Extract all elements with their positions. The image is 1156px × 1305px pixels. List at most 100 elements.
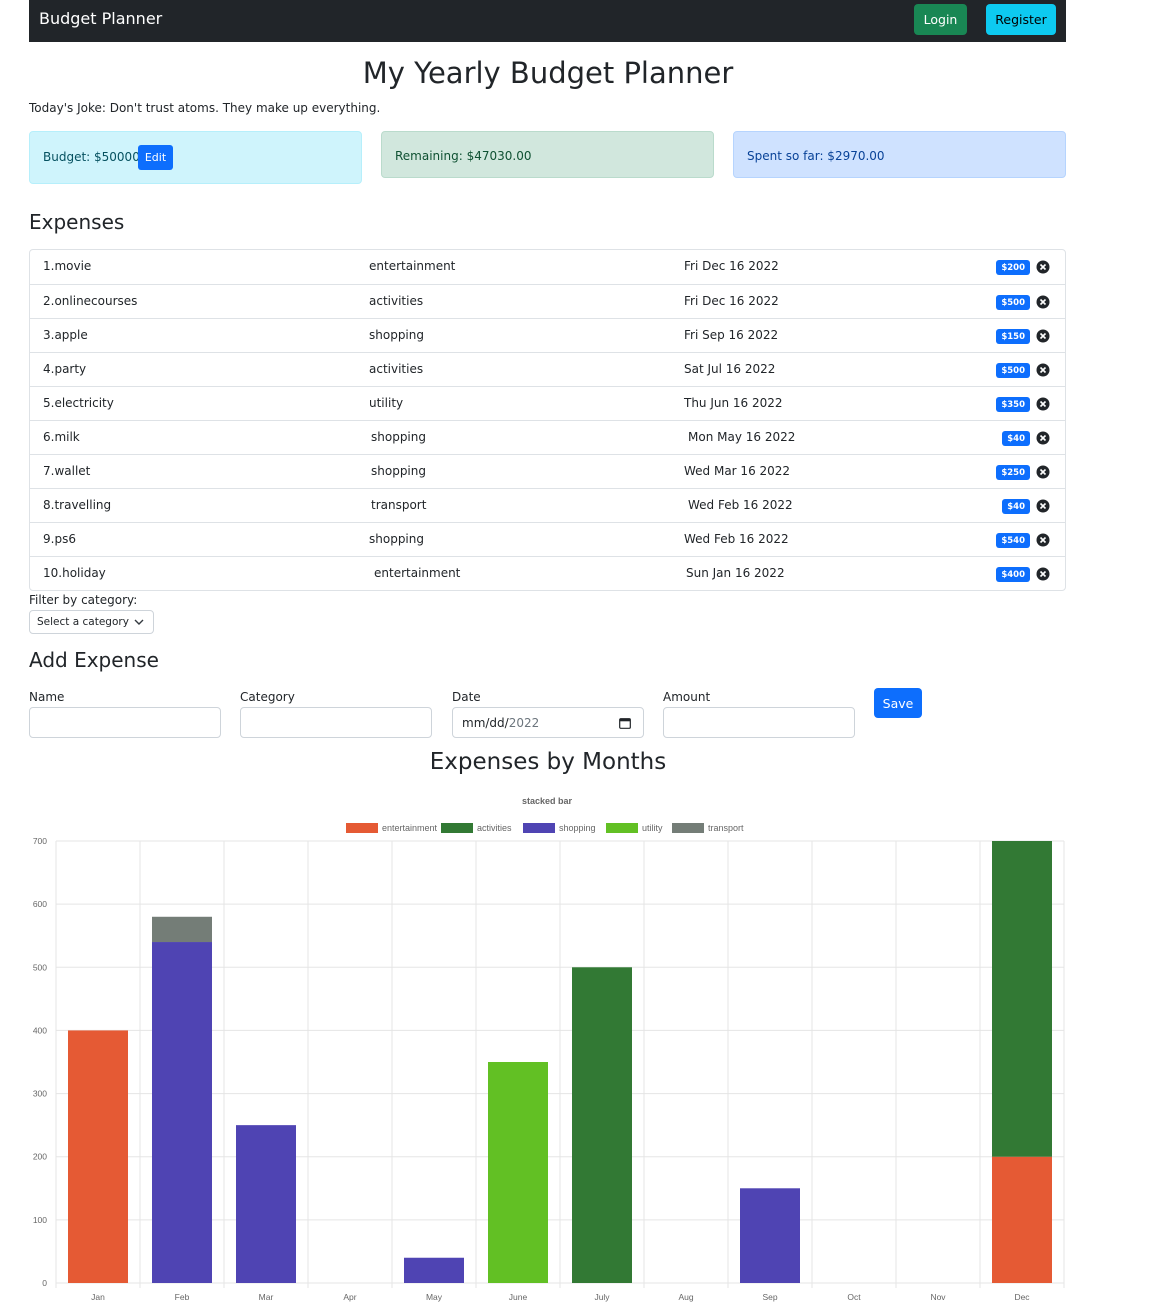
spent-text: Spent so far: $2970.00 [747,149,885,163]
login-button[interactable]: Login [914,4,967,35]
expense-row: 1.movie entertainment Fri Dec 16 2022 $200 [30,250,1065,284]
edit-budget-button[interactable]: Edit [138,145,173,170]
legend-swatch [606,823,638,833]
y-tick-label: 400 [33,1025,47,1035]
page-title: My Yearly Budget Planner [362,56,734,90]
expense-row: 9.ps6 shopping Wed Feb 16 2022 $540 [30,522,1065,556]
budget-text: Budget: $50000 [43,150,140,164]
expense-date: Wed Feb 16 2022 [684,532,789,546]
x-tick-label: Oct [847,1292,861,1302]
delete-icon[interactable] [1036,567,1050,581]
expense-row: 5.electricity utility Thu Jun 16 2022 $350 [30,386,1065,420]
remaining-text: Remaining: $47030.00 [395,149,532,163]
delete-icon[interactable] [1036,329,1050,343]
joke-text: Today's Joke: Don't trust atoms. They ma… [29,101,381,115]
legend-label: transport [708,823,744,833]
expense-amount-badge: $500 [996,295,1030,310]
expense-row: 8.travelling transport Wed Feb 16 2022 $40 [30,488,1065,522]
expense-category: activities [369,362,424,376]
expense-name: 1.movie [43,259,92,273]
chart-title: stacked bar [522,796,573,806]
delete-icon[interactable] [1036,499,1050,513]
legend-label: shopping [559,823,596,833]
date-value-year: 2022 [508,715,540,730]
expense-category: shopping [369,328,424,342]
expense-name: 5.electricity [43,396,114,410]
x-tick-label: Sep [762,1292,777,1302]
delete-icon[interactable] [1036,533,1050,547]
expense-name: 10.holiday [43,566,106,580]
expense-category: entertainment [369,259,456,273]
amount-input[interactable] [663,707,855,738]
register-button[interactable]: Register [986,4,1056,35]
delete-icon[interactable] [1036,363,1050,377]
expense-category: entertainment [374,566,461,580]
bar-transport [152,916,212,943]
budget-alert: Budget: $50000 Edit [29,131,362,184]
x-tick-label: Nov [930,1292,946,1302]
x-tick-label: Dec [1014,1292,1030,1302]
legend-swatch [672,823,704,833]
expense-amount-badge: $500 [996,363,1030,378]
remaining-alert: Remaining: $47030.00 [381,131,714,178]
delete-icon[interactable] [1036,465,1050,479]
expense-row: 7.wallet shopping Wed Mar 16 2022 $250 [30,454,1065,488]
category-input[interactable] [240,707,432,738]
legend-swatch [346,823,378,833]
x-tick-label: June [509,1292,528,1302]
navbar: Budget Planner Login Register [29,0,1066,42]
bar-entertainment [992,1156,1052,1283]
date-label: Date [452,690,481,704]
expense-category: transport [371,498,427,512]
x-tick-label: Apr [343,1292,356,1302]
amount-label: Amount [663,690,711,704]
filter-selected-value: Select a category [37,616,129,628]
bar-activities [992,841,1052,1157]
x-tick-label: May [426,1292,443,1302]
y-tick-label: 100 [33,1215,47,1225]
delete-icon[interactable] [1036,431,1050,445]
x-tick-label: Feb [175,1292,190,1302]
bar-entertainment [68,1030,128,1283]
legend-label: entertainment [382,823,438,833]
expenses-by-month-chart: stacked bar entertainment activities shoppi… [33,796,1065,1302]
brand-title[interactable]: Budget Planner [39,9,162,28]
expense-date: Sat Jul 16 2022 [684,362,776,376]
chart-section-title: Expenses by Months [429,749,667,775]
expense-name: 8.travelling [43,498,112,512]
expense-amount-badge: $350 [996,397,1030,412]
expense-amount-badge: $40 [1002,499,1030,514]
bar-shopping [740,1188,800,1283]
legend-label: utility [642,823,663,833]
delete-icon[interactable] [1036,295,1050,309]
name-input[interactable] [29,707,221,738]
save-button[interactable]: Save [874,688,922,718]
expense-amount-badge: $40 [1002,431,1030,446]
add-expense-heading: Add Expense [29,648,159,672]
expense-name: 9.ps6 [43,532,76,546]
calendar-icon[interactable] [619,717,631,729]
category-filter-select[interactable]: Select a category [29,610,154,634]
expense-amount-badge: $200 [996,260,1030,275]
expense-date: Fri Dec 16 2022 [684,294,779,308]
y-tick-label: 200 [33,1152,47,1162]
date-input[interactable]: mm/dd/2022 [452,707,644,738]
x-tick-label: Mar [259,1292,274,1302]
spent-alert: Spent so far: $2970.00 [733,131,1066,178]
expense-date: Fri Sep 16 2022 [684,328,779,342]
filter-label: Filter by category: [29,593,138,607]
bar-shopping [404,1257,464,1283]
expense-row: 3.apple shopping Fri Sep 16 2022 $150 [30,318,1065,352]
chevron-down-icon [134,619,144,625]
y-tick-label: 600 [33,899,47,909]
expense-date: Sun Jan 16 2022 [686,566,785,580]
legend-swatch [441,823,473,833]
delete-icon[interactable] [1036,260,1050,274]
expense-date: Mon May 16 2022 [688,430,796,444]
expense-amount-badge: $540 [996,533,1030,548]
expense-row: 10.holiday entertainment Sun Jan 16 2022 $4… [30,556,1065,590]
expense-date: Fri Dec 16 2022 [684,259,779,273]
delete-icon[interactable] [1036,397,1050,411]
expense-category: shopping [371,464,426,478]
x-tick-label: July [594,1292,610,1302]
